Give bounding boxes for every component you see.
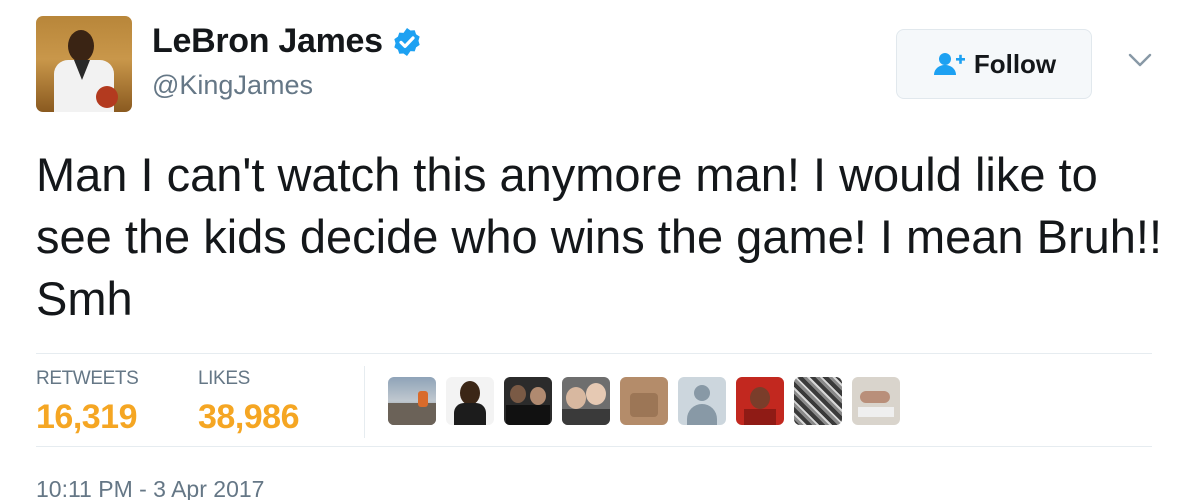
user-handle[interactable]: @KingJames: [152, 70, 313, 101]
liker-avatar-3[interactable]: [504, 377, 552, 425]
tweet-timestamp[interactable]: 10:11 PM - 3 Apr 2017: [36, 476, 264, 500]
user-name-row: LeBron James: [152, 22, 423, 61]
liker-avatar-5[interactable]: [620, 377, 668, 425]
retweets-count: 16,319: [36, 398, 138, 436]
tweet-text: Man I can't watch this anymore man! I wo…: [36, 148, 1163, 325]
liker-avatars: [388, 377, 910, 425]
likes-label: LIKES: [198, 368, 250, 389]
user-display-name[interactable]: LeBron James: [152, 22, 383, 61]
liker-avatar-8[interactable]: [794, 377, 842, 425]
avatar-head: [68, 30, 94, 62]
follow-button-label: Follow: [973, 48, 1057, 79]
likes-stat[interactable]: LIKES 38,986: [198, 368, 300, 437]
stats-divider-top: [36, 353, 1152, 354]
avatar-basketball: [96, 86, 118, 108]
liker-avatar-1[interactable]: [388, 377, 436, 425]
liker-avatar-9[interactable]: [852, 377, 900, 425]
liker-avatar-4[interactable]: [562, 377, 610, 425]
liker-avatar-6[interactable]: [678, 377, 726, 425]
stats-divider-bottom: [36, 446, 1152, 447]
likes-count: 38,986: [198, 398, 300, 436]
retweets-label: RETWEETS: [36, 368, 139, 389]
stats-divider-vertical: [364, 366, 365, 438]
retweets-stat[interactable]: RETWEETS 16,319: [36, 368, 139, 437]
follow-button[interactable]: Follow: [896, 29, 1092, 99]
profile-avatar[interactable]: [36, 16, 132, 112]
chevron-down-icon[interactable]: [1126, 50, 1154, 70]
liker-avatar-7[interactable]: [736, 377, 784, 425]
liker-avatar-2[interactable]: [446, 377, 494, 425]
add-user-icon: [933, 53, 965, 75]
verified-badge-icon: [394, 27, 420, 56]
